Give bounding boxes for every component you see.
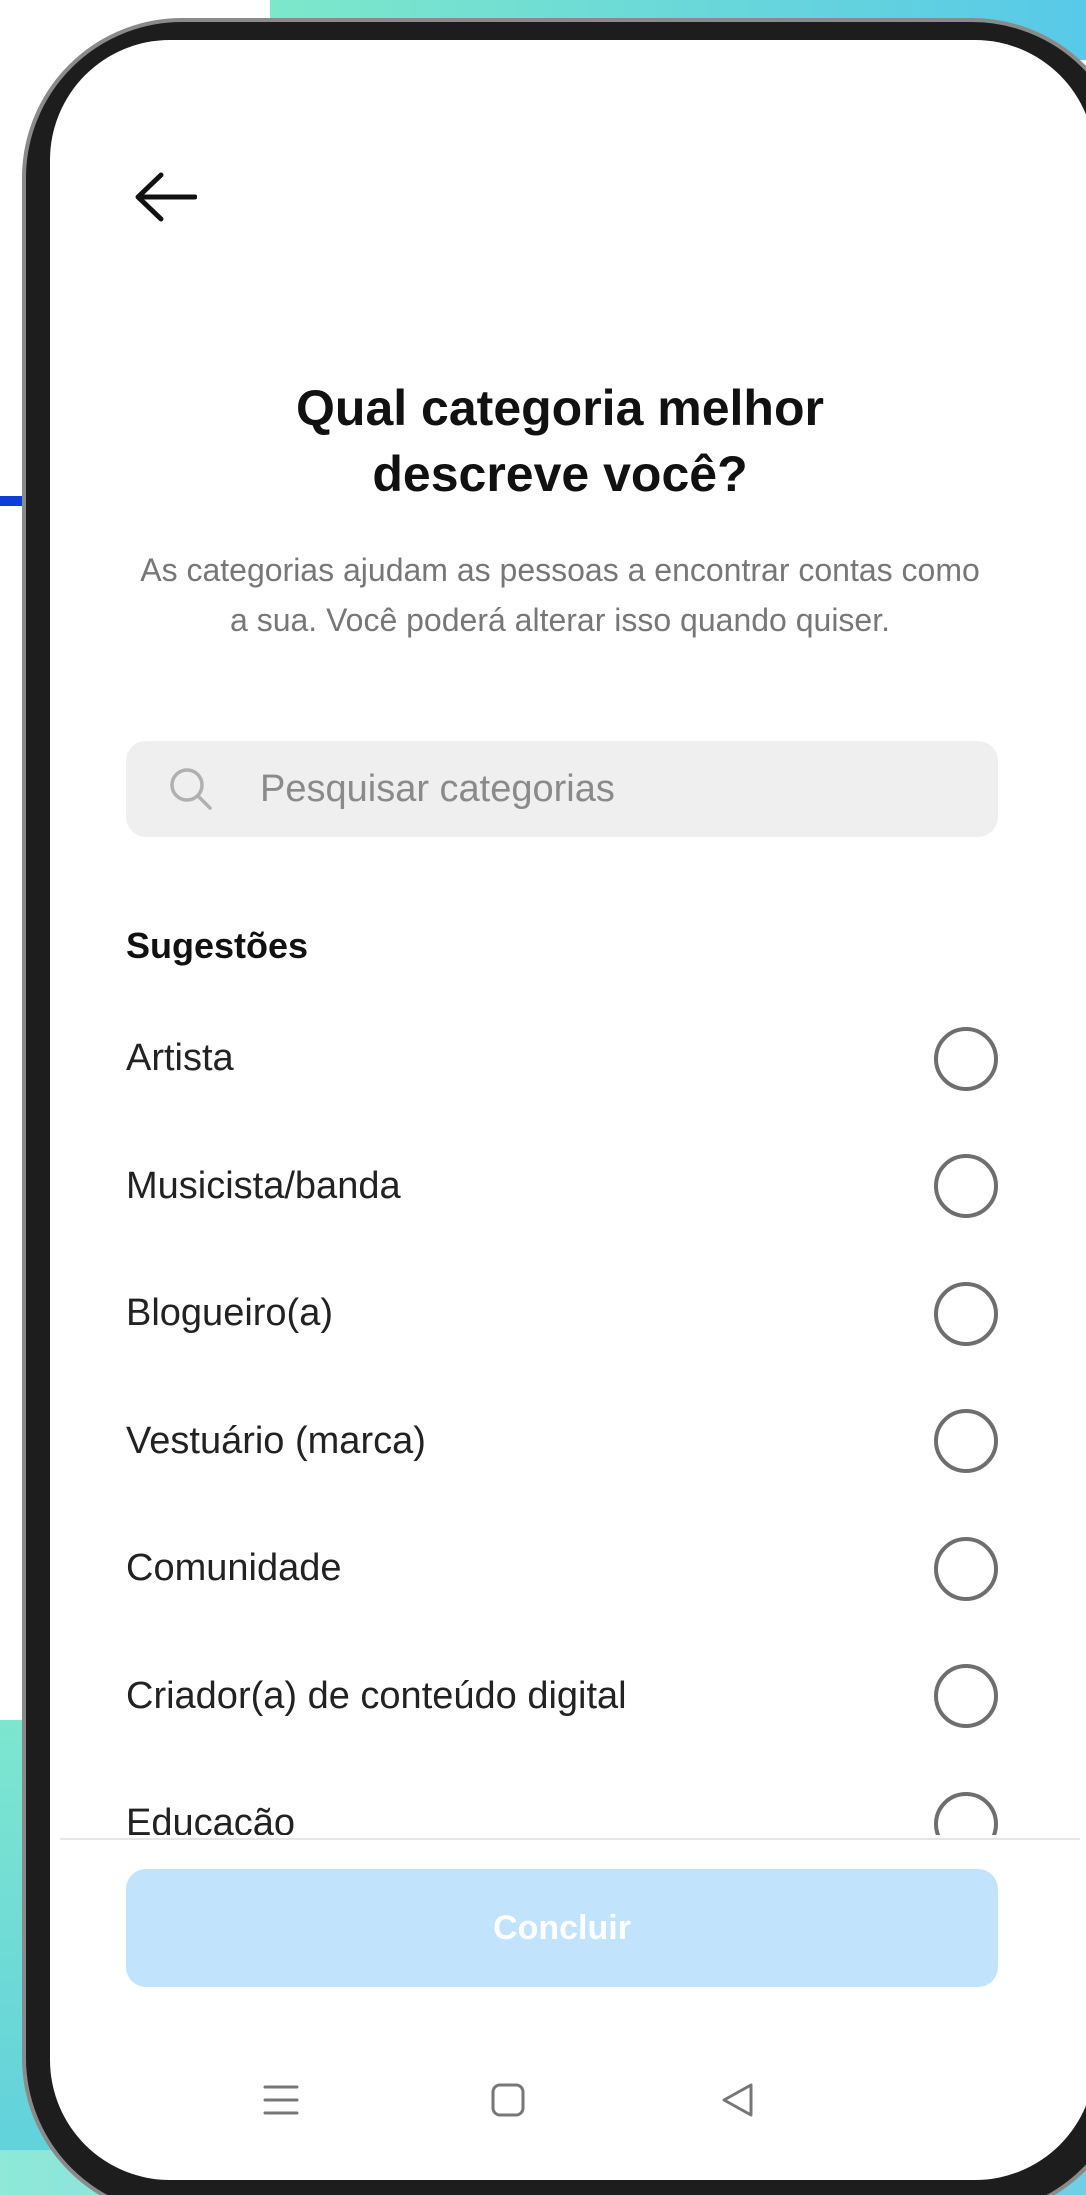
list-item-label: Musicista/banda xyxy=(126,1164,401,1207)
search-icon xyxy=(168,766,214,812)
list-item-label: Vestuário (marca) xyxy=(126,1419,426,1462)
radio-button[interactable] xyxy=(934,1664,998,1729)
list-item[interactable]: Artista xyxy=(126,995,998,1123)
back-button[interactable] xyxy=(120,152,210,242)
nav-back-button[interactable] xyxy=(697,2060,777,2140)
footer-divider xyxy=(60,1838,1080,1840)
home-square-icon xyxy=(491,2083,525,2117)
list-item-label: Blogueiro(a) xyxy=(126,1292,333,1335)
list-item[interactable]: Criador(a) de conteúdo digital xyxy=(126,1633,998,1761)
app-screen: Qual categoria melhor descreve você? As … xyxy=(50,40,1086,2180)
radio-button[interactable] xyxy=(934,1791,998,1835)
title-line-2: descreve você? xyxy=(372,446,748,502)
list-item-label: Criador(a) de conteúdo digital xyxy=(126,1674,627,1717)
suggestions-list: Artista Musicista/banda Blogueiro(a) Ves… xyxy=(126,995,998,1835)
page-title: Qual categoria melhor descreve você? xyxy=(50,375,1070,507)
done-button[interactable]: Concluir xyxy=(126,1869,998,1987)
radio-button[interactable] xyxy=(934,1409,998,1474)
radio-button[interactable] xyxy=(934,1536,998,1601)
arrow-left-icon xyxy=(135,172,197,222)
list-item-label: Educação xyxy=(126,1802,296,1835)
page-subtitle: As categorias ajudam as pessoas a encont… xyxy=(140,552,980,638)
list-item[interactable]: Blogueiro(a) xyxy=(126,1250,998,1378)
suggestions-heading: Sugestões xyxy=(126,925,309,966)
title-line-1: Qual categoria melhor xyxy=(296,380,824,436)
back-triangle-icon xyxy=(722,2083,753,2117)
nav-menu-button[interactable] xyxy=(241,2060,321,2140)
nav-home-button[interactable] xyxy=(468,2060,548,2140)
search-bar[interactable] xyxy=(126,741,998,837)
list-item[interactable]: Educação xyxy=(126,1760,998,1835)
list-item[interactable]: Vestuário (marca) xyxy=(126,1378,998,1506)
search-input[interactable] xyxy=(260,767,920,811)
radio-button[interactable] xyxy=(934,1026,998,1091)
menu-icon xyxy=(263,2085,299,2115)
radio-button[interactable] xyxy=(934,1281,998,1346)
list-item-label: Artista xyxy=(126,1037,234,1080)
radio-button[interactable] xyxy=(934,1154,998,1219)
system-nav-bar xyxy=(50,2060,1086,2140)
list-item[interactable]: Musicista/banda xyxy=(126,1123,998,1251)
list-item[interactable]: Comunidade xyxy=(126,1505,998,1633)
list-item-label: Comunidade xyxy=(126,1547,342,1590)
